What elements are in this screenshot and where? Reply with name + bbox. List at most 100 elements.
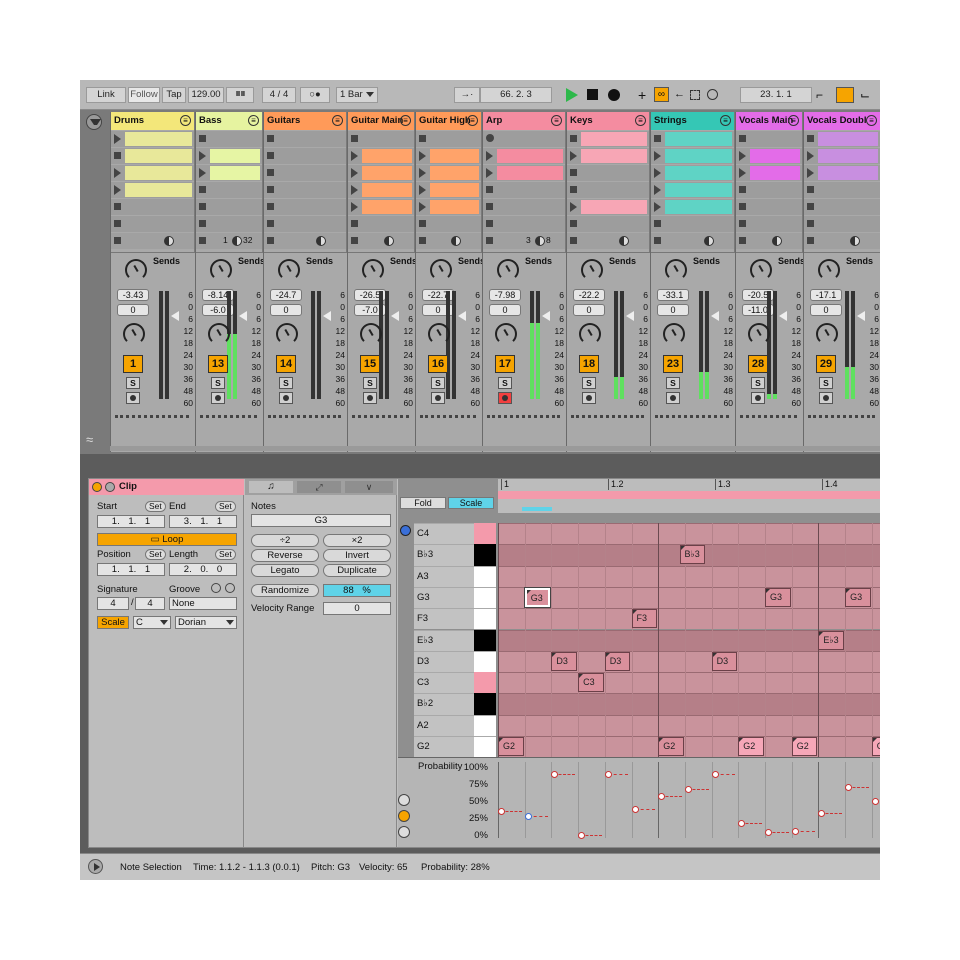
piano-key[interactable] bbox=[474, 672, 496, 694]
send-knob[interactable] bbox=[125, 259, 147, 281]
clip-slot[interactable] bbox=[111, 216, 194, 232]
piano-key[interactable] bbox=[474, 586, 496, 609]
clip-slot[interactable] bbox=[483, 131, 565, 147]
midi-note[interactable]: G2 bbox=[738, 737, 764, 756]
clip-slot[interactable] bbox=[416, 182, 481, 198]
clip-slot[interactable] bbox=[651, 216, 734, 232]
clip-stop-icon[interactable] bbox=[114, 220, 121, 227]
clip[interactable] bbox=[818, 132, 878, 146]
clip-stop-icon[interactable] bbox=[807, 186, 814, 193]
probability-handle[interactable] bbox=[818, 810, 826, 818]
clip-launch-icon[interactable] bbox=[114, 168, 121, 178]
clip-slot[interactable] bbox=[804, 148, 880, 164]
midi-note[interactable]: D3 bbox=[551, 651, 578, 671]
velocity-range-field[interactable]: 0 bbox=[323, 602, 391, 615]
clip-slot[interactable] bbox=[651, 182, 734, 198]
clip-launch-icon[interactable] bbox=[570, 202, 577, 212]
clip-slot[interactable] bbox=[483, 148, 565, 164]
midi-note[interactable]: G3 bbox=[765, 587, 791, 607]
piano-key[interactable] bbox=[474, 629, 496, 651]
clip-slot[interactable] bbox=[416, 148, 481, 164]
clip-launch-icon[interactable] bbox=[807, 168, 814, 178]
pan-knob[interactable] bbox=[579, 323, 601, 345]
clip-slot[interactable] bbox=[264, 165, 346, 181]
clip[interactable] bbox=[581, 132, 647, 146]
stop-icon[interactable] bbox=[587, 89, 598, 100]
clip-launch-icon[interactable] bbox=[114, 185, 121, 195]
solo-button[interactable]: S bbox=[279, 377, 293, 389]
note-tab-icon[interactable]: ♫ bbox=[249, 481, 293, 493]
probability-handle[interactable] bbox=[551, 770, 559, 778]
probability-handle[interactable] bbox=[524, 812, 532, 820]
midi-note[interactable]: D3 bbox=[711, 651, 738, 671]
clip-stop-icon[interactable] bbox=[654, 220, 661, 227]
clip[interactable] bbox=[362, 166, 412, 180]
note-lane[interactable] bbox=[498, 523, 880, 545]
clip-slot[interactable] bbox=[348, 199, 414, 215]
midi-note[interactable]: E♭3 bbox=[818, 630, 845, 650]
clip[interactable] bbox=[430, 183, 479, 197]
timeline-ruler[interactable]: 1 1.2 1.3 1.4 bbox=[498, 479, 880, 513]
solo-button[interactable]: S bbox=[666, 377, 680, 389]
probability-handle[interactable] bbox=[578, 832, 586, 839]
loop-switch-icon[interactable] bbox=[836, 87, 854, 103]
clip[interactable] bbox=[125, 166, 192, 180]
track-activator[interactable]: 14 bbox=[276, 355, 296, 373]
play-icon[interactable] bbox=[566, 88, 578, 102]
clip-slot[interactable] bbox=[736, 216, 802, 232]
pan-field[interactable]: 0 bbox=[573, 304, 605, 316]
clip-stop-icon[interactable] bbox=[267, 135, 274, 142]
solo-button[interactable]: S bbox=[126, 377, 140, 389]
clip-slot[interactable] bbox=[196, 216, 262, 232]
length-field[interactable]: 2. 0. 0 bbox=[169, 563, 237, 576]
clip-slot[interactable] bbox=[196, 165, 262, 181]
clip-launch-icon[interactable] bbox=[654, 185, 661, 195]
track-menu-icon[interactable]: ≡ bbox=[720, 115, 731, 126]
arm-button[interactable] bbox=[582, 392, 596, 404]
clip-launch-icon[interactable] bbox=[654, 202, 661, 212]
volume-field[interactable]: -22.2 bbox=[573, 289, 605, 301]
clip-launch-icon[interactable] bbox=[199, 151, 206, 161]
arm-button[interactable] bbox=[279, 392, 293, 404]
clip-slot[interactable] bbox=[348, 216, 414, 232]
track-header[interactable]: Drums ≡ bbox=[111, 112, 194, 130]
stop-all-clips-icon[interactable] bbox=[419, 237, 426, 244]
groove-dropdown[interactable]: None bbox=[169, 597, 237, 610]
clip-stop-icon[interactable] bbox=[739, 186, 746, 193]
note-lane[interactable] bbox=[498, 714, 880, 736]
track-menu-icon[interactable]: ≡ bbox=[332, 115, 343, 126]
stop-all-clips-icon[interactable] bbox=[199, 237, 206, 244]
probability-handle[interactable] bbox=[845, 784, 853, 792]
clip-slot[interactable] bbox=[736, 199, 802, 215]
pan-field[interactable]: 0 bbox=[489, 304, 521, 316]
time-signature-field[interactable]: 4 / 4 bbox=[262, 87, 296, 103]
probability-plot[interactable] bbox=[498, 762, 880, 839]
track-activator[interactable]: 17 bbox=[495, 355, 515, 373]
pan-knob[interactable] bbox=[276, 323, 298, 345]
punch-out-icon[interactable]: ⌙ bbox=[860, 88, 870, 102]
clip-slot[interactable] bbox=[196, 131, 262, 147]
capture-icon[interactable] bbox=[690, 90, 700, 100]
note-lane[interactable] bbox=[498, 693, 880, 715]
stop-all-clips-icon[interactable] bbox=[486, 237, 493, 244]
clip-launch-icon[interactable] bbox=[351, 151, 358, 161]
clip-slot[interactable] bbox=[651, 148, 734, 164]
pan-knob[interactable] bbox=[663, 323, 685, 345]
clip[interactable] bbox=[665, 183, 732, 197]
loop-brace[interactable] bbox=[498, 491, 880, 499]
signature-denominator-field[interactable]: 4 bbox=[135, 597, 165, 610]
clip-slot[interactable] bbox=[804, 182, 880, 198]
probability-handle[interactable] bbox=[684, 785, 692, 793]
track-menu-icon[interactable]: ≡ bbox=[635, 115, 646, 126]
clip-activator-icon[interactable] bbox=[92, 482, 102, 492]
follow-button[interactable]: Follow bbox=[128, 87, 160, 103]
clip-launch-icon[interactable] bbox=[807, 151, 814, 161]
clip-stop-icon[interactable] bbox=[570, 220, 577, 227]
clip[interactable] bbox=[665, 200, 732, 214]
pan-knob[interactable] bbox=[208, 323, 230, 345]
clip-slot[interactable] bbox=[483, 199, 565, 215]
solo-button[interactable]: S bbox=[582, 377, 596, 389]
follow-action-icon[interactable] bbox=[850, 236, 860, 246]
probability-handle[interactable] bbox=[871, 798, 879, 805]
clip-slot[interactable] bbox=[483, 216, 565, 232]
